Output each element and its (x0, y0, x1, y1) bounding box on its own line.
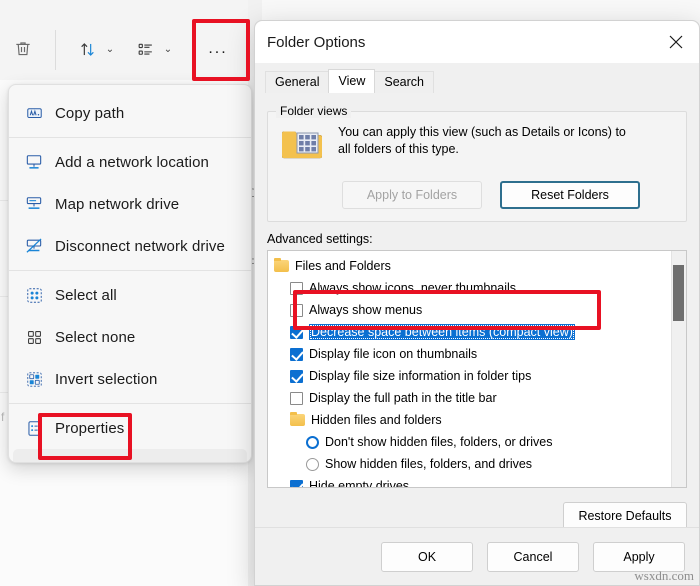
list-item-label: Always show icons, never thumbnails (309, 281, 517, 295)
properties-icon (19, 413, 49, 443)
checkbox[interactable] (290, 479, 303, 487)
watermark: wsxdn.com (634, 568, 694, 583)
list-item-label: Show hidden files, folders, and drives (325, 457, 533, 471)
advanced-settings-rows: Files and Folders Always show icons, nev… (268, 251, 686, 488)
folder-icon (274, 258, 289, 272)
menu-item-map-network-drive[interactable]: Map network drive (13, 183, 247, 225)
menu-item-disconnect-network-drive[interactable]: Disconnect network drive (13, 225, 247, 267)
radio-button[interactable] (306, 435, 319, 449)
copy-path-icon (19, 98, 49, 128)
menu-item-label: Invert selection (55, 370, 158, 388)
close-icon[interactable] (653, 21, 699, 63)
menu-separator (9, 270, 251, 271)
list-item[interactable]: Display the full path in the title bar (268, 387, 686, 409)
list-item[interactable]: Display file size information in folder … (268, 365, 686, 387)
menu-item-label: Options (55, 462, 107, 463)
view-list-icon[interactable] (130, 34, 160, 64)
menu-item-select-none[interactable]: Select none (13, 316, 247, 358)
checkbox[interactable] (290, 303, 303, 317)
menu-item-label: Copy path (55, 104, 125, 122)
menu-item-label: Map network drive (55, 195, 180, 213)
list-item[interactable]: Always show menus (268, 299, 686, 321)
checkbox[interactable] (290, 325, 303, 339)
scrollbar-track[interactable] (671, 251, 686, 487)
tab-view[interactable]: View (328, 69, 376, 93)
scrollbar-thumb[interactable] (673, 265, 684, 321)
map-network-drive-icon (19, 189, 49, 219)
folder-view-icon (280, 126, 324, 167)
list-item-label: Files and Folders (295, 259, 391, 273)
list-item-label: Display file size information in folder … (309, 369, 532, 383)
folder-icon (290, 412, 305, 426)
list-item[interactable]: Files and Folders (268, 255, 686, 277)
folder-views-group: Folder views You can apply this view (su… (267, 104, 687, 222)
restore-defaults-button[interactable]: Restore Defaults (563, 502, 687, 530)
sort-arrows-icon[interactable] (72, 34, 102, 64)
dialog-body: Folder views You can apply this view (su… (255, 93, 699, 530)
menu-item-properties[interactable]: Properties (13, 407, 247, 449)
list-item-label: Hidden files and folders (311, 413, 442, 427)
menu-item-copy-path[interactable]: Copy path (13, 92, 247, 134)
page-title: Folder Options (267, 33, 366, 51)
menu-item-label: Select none (55, 328, 136, 346)
folder-options-dialog: Folder Options General View Search Folde… (254, 20, 700, 586)
advanced-settings-label: Advanced settings: (267, 232, 373, 246)
list-item[interactable]: Hidden files and folders (268, 409, 686, 431)
checkbox[interactable] (290, 281, 303, 295)
add-network-location-icon (19, 147, 49, 177)
dialog-tabs: General View Search (265, 69, 699, 93)
dialog-footer: OK Cancel Apply (255, 527, 699, 585)
menu-item-add-a-network-location[interactable]: Add a network location (13, 141, 247, 183)
folder-views-description: You can apply this view (such as Details… (338, 125, 626, 156)
ellipsis-icon: ... (208, 40, 228, 57)
ghost-label-f: f (1, 410, 5, 424)
menu-separator (9, 403, 251, 404)
list-item[interactable]: Decrease space between items (compact vi… (268, 321, 686, 343)
menu-item-label: Add a network location (55, 153, 209, 171)
radio-button[interactable] (306, 457, 319, 471)
more-options-button[interactable]: ... (200, 34, 236, 64)
menu-item-label: Properties (55, 419, 125, 437)
checkbox[interactable] (290, 391, 303, 405)
list-item[interactable]: Don't show hidden files, folders, or dri… (268, 431, 686, 453)
menu-item-select-all[interactable]: Select all (13, 274, 247, 316)
ok-button[interactable]: OK (381, 541, 473, 572)
list-item[interactable]: Hide empty drives (268, 475, 686, 488)
menu-item-label: Disconnect network drive (55, 237, 225, 255)
list-item-label: Don't show hidden files, folders, or dri… (325, 435, 553, 449)
menu-separator (9, 137, 251, 138)
chevron-down-icon[interactable]: ⌄ (159, 36, 177, 62)
dialog-titlebar: Folder Options (255, 21, 699, 63)
select-none-icon (19, 322, 49, 352)
menu-item-label: Select all (55, 286, 117, 304)
checkbox[interactable] (290, 369, 303, 383)
folder-options-icon (19, 455, 49, 462)
advanced-settings-list[interactable]: Files and Folders Always show icons, nev… (267, 250, 687, 488)
context-menu: Copy path Add a network location Map net… (8, 84, 252, 463)
cancel-button[interactable]: Cancel (487, 541, 579, 572)
disconnect-network-drive-icon (19, 231, 49, 261)
tab-general[interactable]: General (265, 71, 330, 93)
apply-button[interactable]: Apply (593, 541, 685, 572)
reset-folders-button[interactable]: Reset Folders (500, 181, 640, 209)
list-item[interactable]: Always show icons, never thumbnails (268, 277, 686, 299)
folder-views-legend: Folder views (276, 104, 352, 118)
list-item-label: Display the full path in the title bar (309, 391, 497, 405)
trash-icon[interactable] (8, 34, 38, 64)
list-item-label: Display file icon on thumbnails (309, 347, 478, 361)
list-item-label: Hide empty drives (309, 479, 410, 488)
chevron-down-icon[interactable]: ⌄ (101, 36, 119, 62)
tab-search[interactable]: Search (374, 71, 434, 93)
list-item[interactable]: Display file icon on thumbnails (268, 343, 686, 365)
select-all-icon (19, 280, 49, 310)
checkbox[interactable] (290, 347, 303, 361)
apply-to-folders-button[interactable]: Apply to Folders (342, 181, 482, 209)
menu-item-options[interactable]: Options (13, 449, 247, 463)
invert-selection-icon (19, 364, 49, 394)
toolbar-divider (55, 30, 56, 70)
list-item-label: Always show menus (309, 303, 423, 317)
list-item[interactable]: Show hidden files, folders, and drives (268, 453, 686, 475)
menu-item-invert-selection[interactable]: Invert selection (13, 358, 247, 400)
list-item-label-selected: Decrease space between items (compact vi… (309, 324, 575, 340)
